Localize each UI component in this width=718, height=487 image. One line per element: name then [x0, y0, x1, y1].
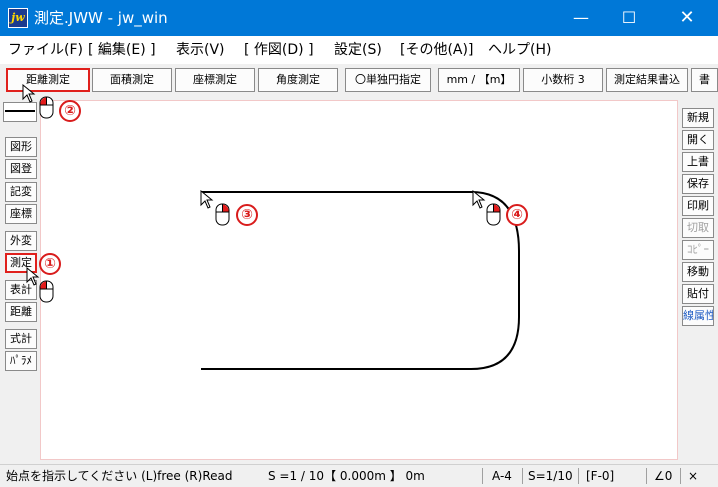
distance-measure-button[interactable]: 距離測定 [6, 68, 90, 92]
maximize-button[interactable]: ☐ [606, 0, 652, 36]
status-layer[interactable]: [F-0] [586, 465, 614, 487]
step-marker-2: ② [59, 100, 81, 122]
title-bar: jw 測定.JWW - jw_win — ☐ ✕ [0, 0, 718, 36]
copy-button[interactable]: ｺﾋﾟｰ [682, 240, 714, 260]
menu-edit[interactable]: [ 編集(E) ] [88, 41, 156, 59]
open-file-button[interactable]: 開く [682, 130, 714, 150]
status-paper-size[interactable]: A-4 [492, 465, 512, 487]
menu-help[interactable]: ヘルプ(H) [488, 41, 551, 59]
status-divider [522, 468, 523, 484]
save-button[interactable]: 保存 [682, 174, 714, 194]
cursor-arrow-icon [472, 190, 486, 209]
write-button[interactable]: 書 [691, 68, 718, 92]
move-button[interactable]: 移動 [682, 262, 714, 282]
menu-other[interactable]: [その他(A)] [400, 41, 473, 59]
close-button[interactable]: ✕ [664, 0, 710, 36]
status-divider [646, 468, 647, 484]
step-marker-4: ④ [506, 204, 528, 226]
jw-win-window: jw 測定.JWW - jw_win — ☐ ✕ ファイル(F) [ 編集(E)… [0, 0, 718, 487]
status-scale-measure: S =1 / 10【 0.000m 】 0m [268, 469, 425, 483]
step-marker-1: ① [39, 253, 61, 275]
measure-toolbar: 距離測定 面積測定 座標測定 角度測定 〇単独円指定 mm / 【m】 小数桁 … [0, 64, 718, 96]
minimize-button[interactable]: — [558, 0, 604, 36]
decimal-places-button[interactable]: 小数桁 3 [523, 68, 603, 92]
tool-symbol-change[interactable]: 記変 [5, 182, 37, 202]
tool-distance[interactable]: 距離 [5, 302, 37, 322]
drawing-svg [201, 191, 520, 370]
paste-button[interactable]: 貼付 [682, 284, 714, 304]
mouse-left-click-icon [39, 96, 54, 119]
tool-formula[interactable]: 式計 [5, 329, 37, 349]
menu-draw[interactable]: [ 作図(D) ] [244, 41, 314, 59]
status-scale[interactable]: S=1/10 [528, 465, 573, 487]
step-marker-3: ③ [236, 204, 258, 226]
status-divider [482, 468, 483, 484]
cursor-arrow-icon [26, 267, 40, 286]
status-divider [578, 468, 579, 484]
mouse-right-click-icon [486, 203, 501, 226]
single-circle-button[interactable]: 〇単独円指定 [345, 68, 431, 92]
angle-measure-button[interactable]: 角度測定 [258, 68, 338, 92]
coordinate-measure-button[interactable]: 座標測定 [175, 68, 255, 92]
unit-toggle-button[interactable]: mm / 【m】 [438, 68, 520, 92]
cursor-arrow-icon [22, 84, 36, 103]
window-title: 測定.JWW - jw_win [34, 9, 168, 27]
print-button[interactable]: 印刷 [682, 196, 714, 216]
line-sample-stroke [5, 110, 35, 112]
menu-view[interactable]: 表示(V) [176, 41, 225, 59]
tool-external[interactable]: 外変 [5, 231, 37, 251]
menu-settings[interactable]: 設定(S) [334, 41, 382, 59]
status-divider [680, 468, 681, 484]
mouse-left-click-icon [39, 280, 54, 303]
drawing-canvas[interactable] [40, 100, 678, 460]
new-file-button[interactable]: 新規 [682, 108, 714, 128]
app-icon: jw [8, 8, 28, 28]
menu-bar: ファイル(F) [ 編集(E) ] 表示(V) [ 作図(D) ] 設定(S) … [0, 36, 718, 64]
tool-coordinate[interactable]: 座標 [5, 204, 37, 224]
menu-file[interactable]: ファイル(F) [8, 41, 83, 59]
status-angle[interactable]: ∠0 [654, 465, 672, 487]
line-type-sample[interactable] [3, 102, 37, 122]
cursor-arrow-icon [200, 190, 214, 209]
tool-parameter[interactable]: ﾊﾟﾗﾒ [5, 351, 37, 371]
area-measure-button[interactable]: 面積測定 [92, 68, 172, 92]
mouse-right-click-icon [215, 203, 230, 226]
write-result-button[interactable]: 測定結果書込 [606, 68, 688, 92]
status-bar: 始点を指示してください (L)free (R)Read S =1 / 10【 0… [0, 464, 718, 487]
status-hint: 始点を指示してください (L)free (R)Read [6, 469, 233, 483]
cut-button[interactable]: 切取 [682, 218, 714, 238]
tool-shape[interactable]: 図形 [5, 137, 37, 157]
line-attribute-button[interactable]: 線属性 [682, 306, 714, 326]
status-x-mark[interactable]: × [688, 465, 698, 487]
overwrite-button[interactable]: 上書 [682, 152, 714, 172]
tool-register[interactable]: 図登 [5, 159, 37, 179]
